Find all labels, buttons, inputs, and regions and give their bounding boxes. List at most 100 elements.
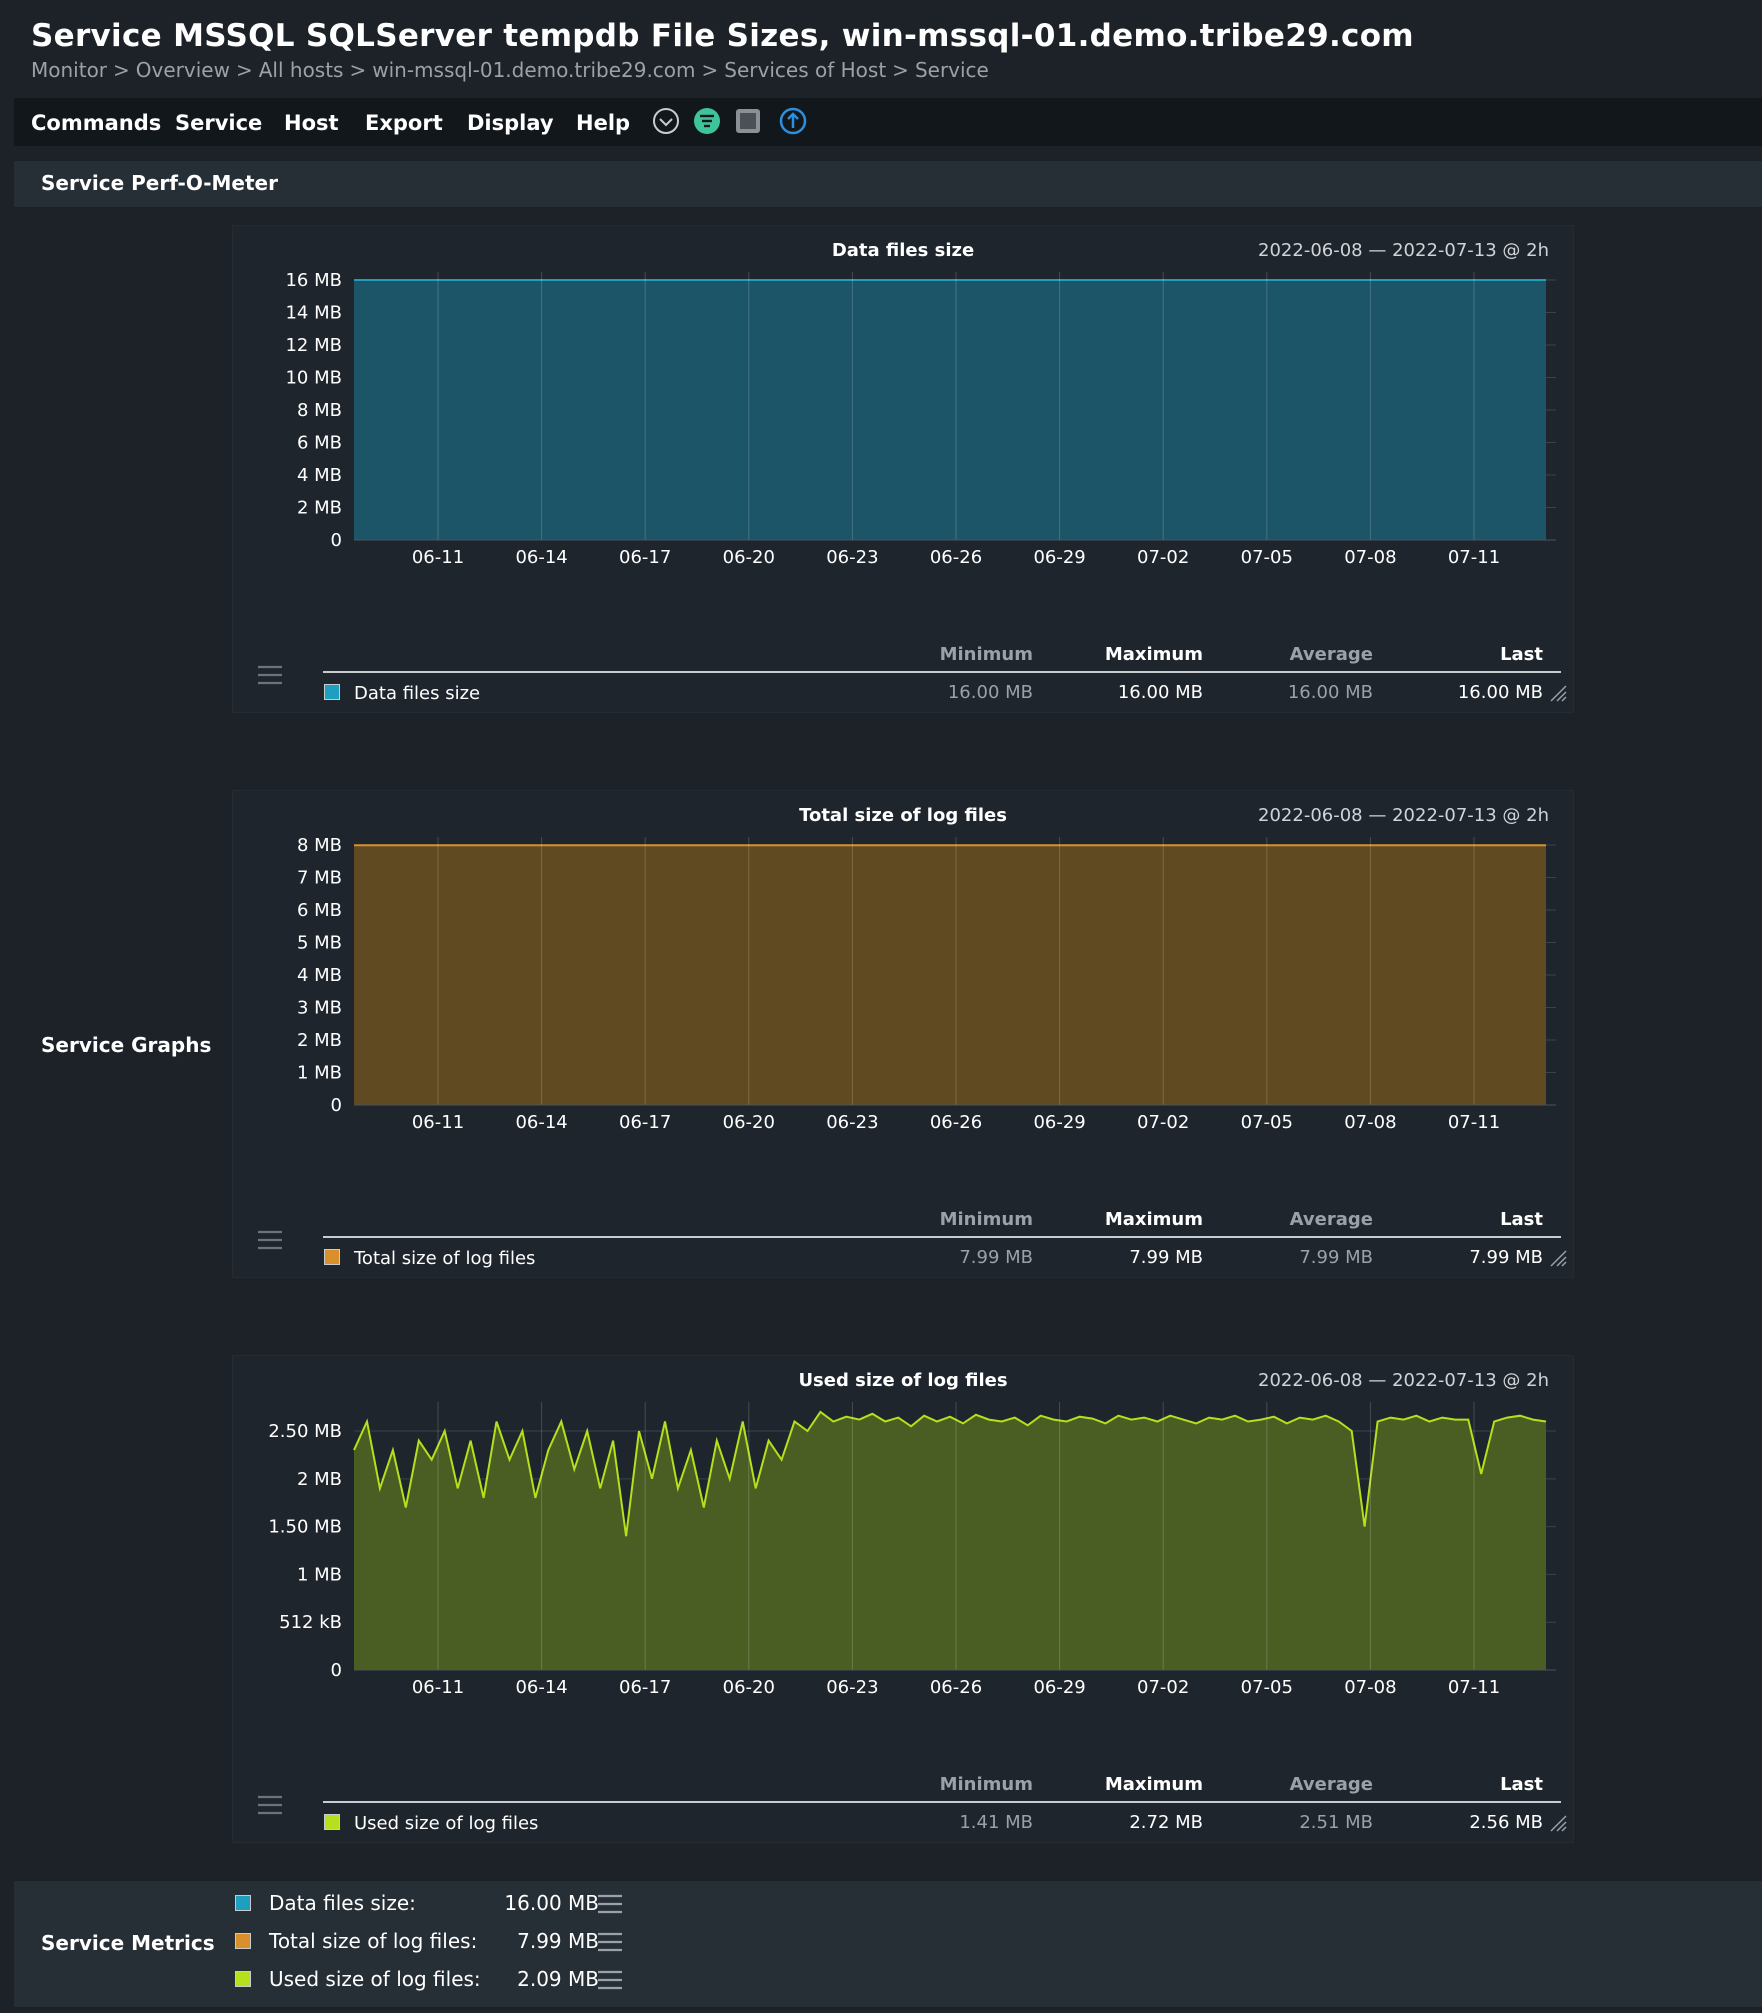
legend-avg: 7.99 MB	[1299, 1247, 1373, 1268]
x-tick-label: 06-14	[515, 1112, 567, 1133]
x-tick-label: 06-17	[619, 1112, 671, 1133]
metric-swatch	[235, 1933, 251, 1949]
legend-divider	[323, 671, 1561, 673]
y-tick-label: 1 MB	[297, 1063, 342, 1084]
breadcrumb-services-of-host[interactable]: Services of Host	[724, 58, 886, 82]
menu-service[interactable]: Service	[175, 111, 262, 135]
resize-handle-icon[interactable]	[1549, 1249, 1567, 1267]
chevron-down-circle-icon[interactable]	[652, 107, 680, 135]
resize-handle-icon[interactable]	[1549, 684, 1567, 702]
legend-swatch	[324, 1814, 340, 1830]
x-tick-label: 07-08	[1344, 1677, 1396, 1698]
legend-header-maximum: Maximum	[1104, 1774, 1203, 1795]
y-tick-label: 10 MB	[285, 368, 342, 389]
legend-header-average: Average	[1289, 1774, 1373, 1795]
menu-export[interactable]: Export	[365, 111, 443, 135]
menu-bar: Commands Service Host Export Display Hel…	[14, 98, 1762, 146]
x-tick-label: 07-05	[1241, 1677, 1293, 1698]
y-tick-label: 8 MB	[297, 400, 342, 421]
perf-o-meter-label: Service Perf-O-Meter	[41, 171, 278, 195]
graph-menu-icon[interactable]	[257, 1229, 283, 1251]
x-tick-label: 07-02	[1137, 547, 1189, 568]
legend-max: 16.00 MB	[1117, 682, 1203, 703]
metric-value: 2.09 MB	[517, 1967, 599, 1991]
x-tick-label: 06-11	[412, 547, 464, 568]
breadcrumb: Monitor > Overview > All hosts > win-mssql-01.…	[31, 58, 989, 82]
breadcrumb-overview[interactable]: Overview	[136, 58, 230, 82]
y-tick-label: 1.50 MB	[268, 1517, 342, 1538]
metric-swatch	[235, 1895, 251, 1911]
legend-header-average: Average	[1289, 1209, 1373, 1230]
legend-header-minimum: Minimum	[939, 1774, 1033, 1795]
metric-value: 16.00 MB	[504, 1891, 599, 1915]
menu-icon[interactable]	[597, 1931, 623, 1953]
breadcrumb-separator: >	[113, 58, 130, 82]
legend-last: 2.56 MB	[1469, 1812, 1543, 1833]
x-tick-label: 06-14	[515, 547, 567, 568]
y-tick-label: 2.50 MB	[268, 1421, 342, 1442]
menu-icon[interactable]	[597, 1969, 623, 1991]
x-tick-label: 06-17	[619, 1677, 671, 1698]
checkbox-square-icon[interactable]	[734, 107, 762, 135]
y-tick-label: 0	[331, 1095, 342, 1116]
legend-avg: 16.00 MB	[1287, 682, 1373, 703]
legend-divider	[323, 1801, 1561, 1803]
page-title: Service MSSQL SQLServer tempdb File Size…	[31, 18, 1414, 54]
legend-header-average: Average	[1289, 644, 1373, 665]
arrow-up-circle-icon[interactable]	[779, 107, 807, 135]
y-tick-label: 12 MB	[285, 335, 342, 356]
legend-swatch	[324, 1249, 340, 1265]
y-tick-label: 8 MB	[297, 835, 342, 856]
menu-help[interactable]: Help	[576, 111, 630, 135]
legend-min: 16.00 MB	[947, 682, 1033, 703]
legend-series-name: Data files size	[354, 683, 481, 704]
y-tick-label: 16 MB	[285, 270, 342, 291]
y-tick-label: 2 MB	[297, 498, 342, 519]
perf-o-meter-section: Service Perf-O-Meter	[14, 161, 1762, 207]
x-tick-label: 06-26	[930, 547, 982, 568]
x-tick-label: 06-29	[1033, 547, 1085, 568]
x-tick-label: 06-26	[930, 1112, 982, 1133]
x-tick-label: 07-08	[1344, 1112, 1396, 1133]
x-tick-label: 06-23	[826, 1112, 878, 1133]
series-area	[354, 280, 1546, 540]
breadcrumb-monitor[interactable]: Monitor	[31, 58, 107, 82]
series-area	[354, 845, 1546, 1105]
legend-header-minimum: Minimum	[939, 1209, 1033, 1230]
service-graphs-label: Service Graphs	[41, 1033, 212, 1057]
breadcrumb-service[interactable]: Service	[915, 58, 989, 82]
metric-value: 7.99 MB	[517, 1929, 599, 1953]
breadcrumb-host[interactable]: win-mssql-01.demo.tribe29.com	[372, 58, 695, 82]
x-tick-label: 07-02	[1137, 1112, 1189, 1133]
legend-header-minimum: Minimum	[939, 644, 1033, 665]
y-tick-label: 512 kB	[279, 1612, 342, 1633]
x-tick-label: 07-08	[1344, 547, 1396, 568]
graph-used-log-size: Used size of log files 2022-06-08 — 2022-…	[232, 1355, 1574, 1843]
menu-display[interactable]: Display	[467, 111, 554, 135]
legend-header-last: Last	[1500, 644, 1543, 665]
breadcrumb-all-hosts[interactable]: All hosts	[259, 58, 344, 82]
filter-icon[interactable]	[693, 107, 721, 135]
x-tick-label: 06-20	[723, 1112, 775, 1133]
legend-avg: 2.51 MB	[1299, 1812, 1373, 1833]
menu-icon[interactable]	[597, 1893, 623, 1915]
graph-plot: 2.50 MB 2 MB 1.50 MB 1 MB 512 kB 0 06-11 06-14 0…	[268, 1402, 1556, 1698]
x-tick-label: 06-20	[723, 547, 775, 568]
legend-min: 7.99 MB	[959, 1247, 1033, 1268]
legend-max: 7.99 MB	[1129, 1247, 1203, 1268]
y-tick-label: 6 MB	[297, 900, 342, 921]
graph-menu-icon[interactable]	[257, 1794, 283, 1816]
resize-handle-icon[interactable]	[1549, 1814, 1567, 1832]
x-tick-label: 06-26	[930, 1677, 982, 1698]
legend-header-maximum: Maximum	[1104, 1209, 1203, 1230]
x-tick-label: 06-23	[826, 1677, 878, 1698]
menu-commands[interactable]: Commands	[31, 111, 161, 135]
legend-series-name: Total size of log files	[354, 1248, 536, 1269]
legend-last: 16.00 MB	[1457, 682, 1543, 703]
graph-menu-icon[interactable]	[257, 664, 283, 686]
graph-plot: 8 MB 7 MB 6 MB 5 MB 4 MB 3 MB 2 MB 1 MB 0 06-11 06…	[297, 835, 1556, 1133]
menu-host[interactable]: Host	[284, 111, 339, 135]
series-area	[354, 1411, 1546, 1670]
graph-total-log-size: Total size of log files 2022-06-08 — 2022…	[232, 790, 1574, 1278]
y-tick-label: 4 MB	[297, 965, 342, 986]
